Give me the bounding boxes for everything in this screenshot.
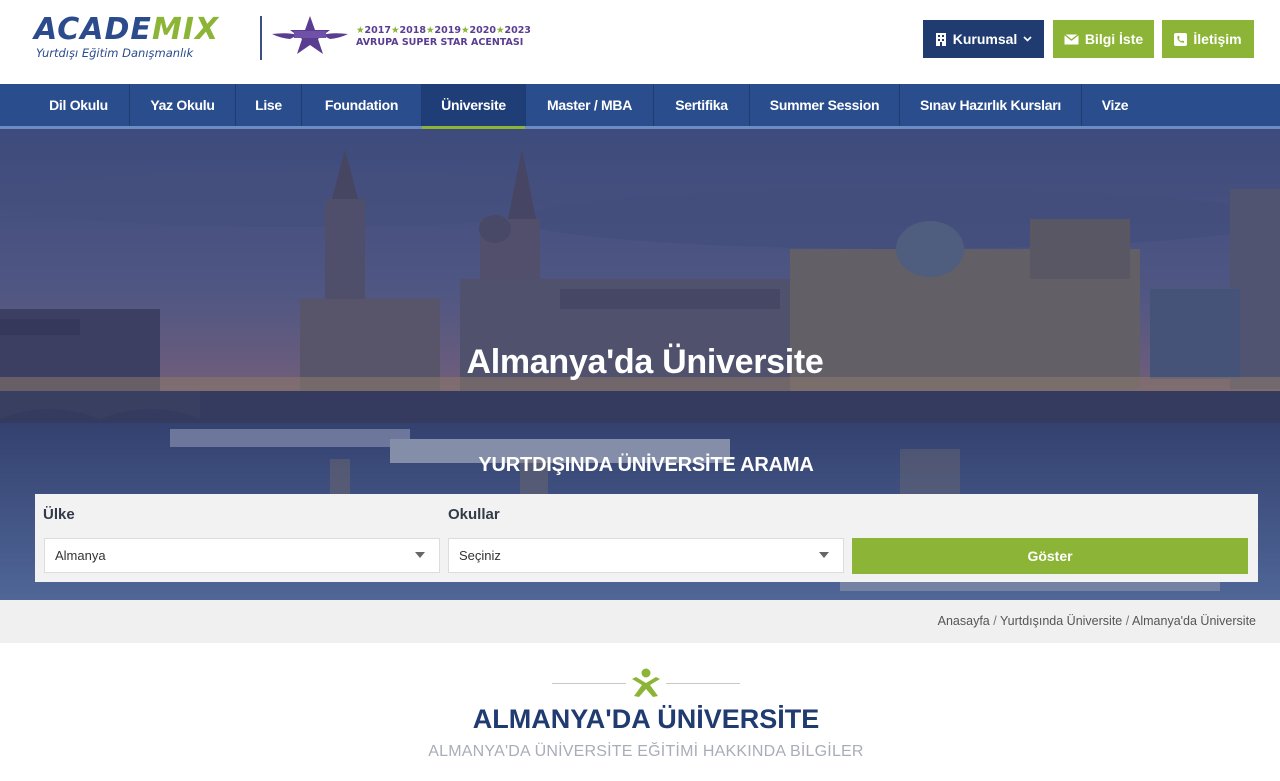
academix-logo[interactable]: ACADEMIX Yurtdışı Eğitim Danışmanlık — [34, 14, 256, 61]
country-label: Ülke — [43, 506, 75, 523]
nav-item-yaz-okulu[interactable]: Yaz Okulu — [130, 84, 236, 126]
section-divider — [552, 668, 740, 698]
nav-item-foundation[interactable]: Foundation — [302, 84, 422, 126]
award-year: 2017 — [364, 25, 391, 36]
kurumsal-button-label: Kurumsal — [952, 31, 1018, 47]
nav-item-universite[interactable]: Üniversite — [422, 84, 526, 129]
chevron-down-icon — [819, 552, 829, 558]
logo-tagline: Yurtdışı Eğitim Danışmanlık — [36, 46, 194, 60]
bilgi-iste-button[interactable]: Bilgi İste — [1053, 20, 1154, 58]
schools-select-value: Seçiniz — [459, 548, 501, 563]
schools-label: Okullar — [448, 506, 500, 523]
envelope-icon — [1063, 33, 1079, 44]
breadcrumb-yurtdisinda-universite[interactable]: Yurtdışında Üniversite — [1000, 614, 1122, 628]
nav-item-vize[interactable]: Vize — [1082, 84, 1148, 126]
bilgi-iste-button-label: Bilgi İste — [1084, 31, 1144, 47]
hero-title: Almanya'da Üniversite — [466, 343, 824, 381]
award-year: 2019 — [434, 25, 461, 36]
breadcrumb-separator: / — [993, 614, 997, 628]
iletisim-button-label: İletişim — [1193, 31, 1242, 47]
divider-line-left — [552, 683, 626, 684]
schools-select[interactable]: Seçiniz — [448, 538, 844, 573]
breadcrumb-home[interactable]: Anasayfa — [938, 614, 990, 628]
phone-icon — [1174, 32, 1188, 46]
chevron-down-icon — [1023, 36, 1032, 42]
nav-item-sertifika[interactable]: Sertifika — [654, 84, 750, 126]
award-year: 2018 — [399, 25, 426, 36]
breadcrumb-separator: / — [1125, 614, 1130, 628]
award-title: AVRUPA SUPER STAR ACENTASI — [356, 37, 524, 48]
academix-person-icon — [632, 668, 660, 697]
university-search-panel: Ülke Almanya Okullar Seçiniz Göster — [35, 494, 1258, 582]
logo-wordmark-part2: MIX — [151, 12, 220, 47]
section-subtitle: ALMANYA'DA ÜNİVERSİTE EĞİTİMİ HAKKINDA B… — [428, 743, 864, 760]
award-text: ★2017★2018★2019★2020★2023 AVRUPA SUPER S… — [356, 25, 536, 49]
logo-wordmark: ACADEMIX — [34, 14, 256, 46]
divider-line-right — [666, 683, 740, 684]
country-select[interactable]: Almanya — [44, 538, 440, 573]
breadcrumb: Anasayfa / Yurtdışında Üniversite / Alma… — [938, 614, 1256, 628]
chevron-down-icon — [415, 552, 425, 558]
header-divider — [260, 16, 262, 60]
breadcrumb-current: Almanya'da Üniversite — [1132, 614, 1256, 628]
section-title: ALMANYA'DA ÜNİVERSİTE — [472, 704, 820, 734]
nav-item-lise[interactable]: Lise — [236, 84, 302, 126]
iletisim-button[interactable]: İletişim — [1162, 20, 1254, 58]
nav-item-dil-okulu[interactable]: Dil Okulu — [28, 84, 130, 126]
nav-item-summer-session[interactable]: Summer Session — [750, 84, 900, 126]
country-select-value: Almanya — [55, 548, 106, 563]
award-year: 2020 — [469, 25, 496, 36]
building-icon — [935, 33, 946, 46]
award-years: ★2017★2018★2019★2020★2023 — [356, 25, 531, 36]
kurumsal-button[interactable]: Kurumsal — [923, 20, 1044, 58]
site-header: ACADEMIX Yurtdışı Eğitim Danışmanlık ★20… — [0, 0, 1280, 84]
nav-item-master-mba[interactable]: Master / MBA — [526, 84, 654, 126]
super-star-badge-icon — [272, 16, 348, 54]
logo-wordmark-part1: ACADE — [34, 12, 152, 47]
breadcrumb-bar: Anasayfa / Yurtdışında Üniversite / Alma… — [0, 600, 1280, 643]
main-nav: Dil Okulu Yaz Okulu Lise Foundation Üniv… — [0, 84, 1280, 129]
nav-item-sinav-hazirlik[interactable]: Sınav Hazırlık Kursları — [900, 84, 1082, 126]
goster-button[interactable]: Göster — [852, 538, 1248, 574]
award-year: 2023 — [504, 25, 531, 36]
search-heading: YURTDIŞINDA ÜNİVERSİTE ARAMA — [478, 454, 814, 476]
